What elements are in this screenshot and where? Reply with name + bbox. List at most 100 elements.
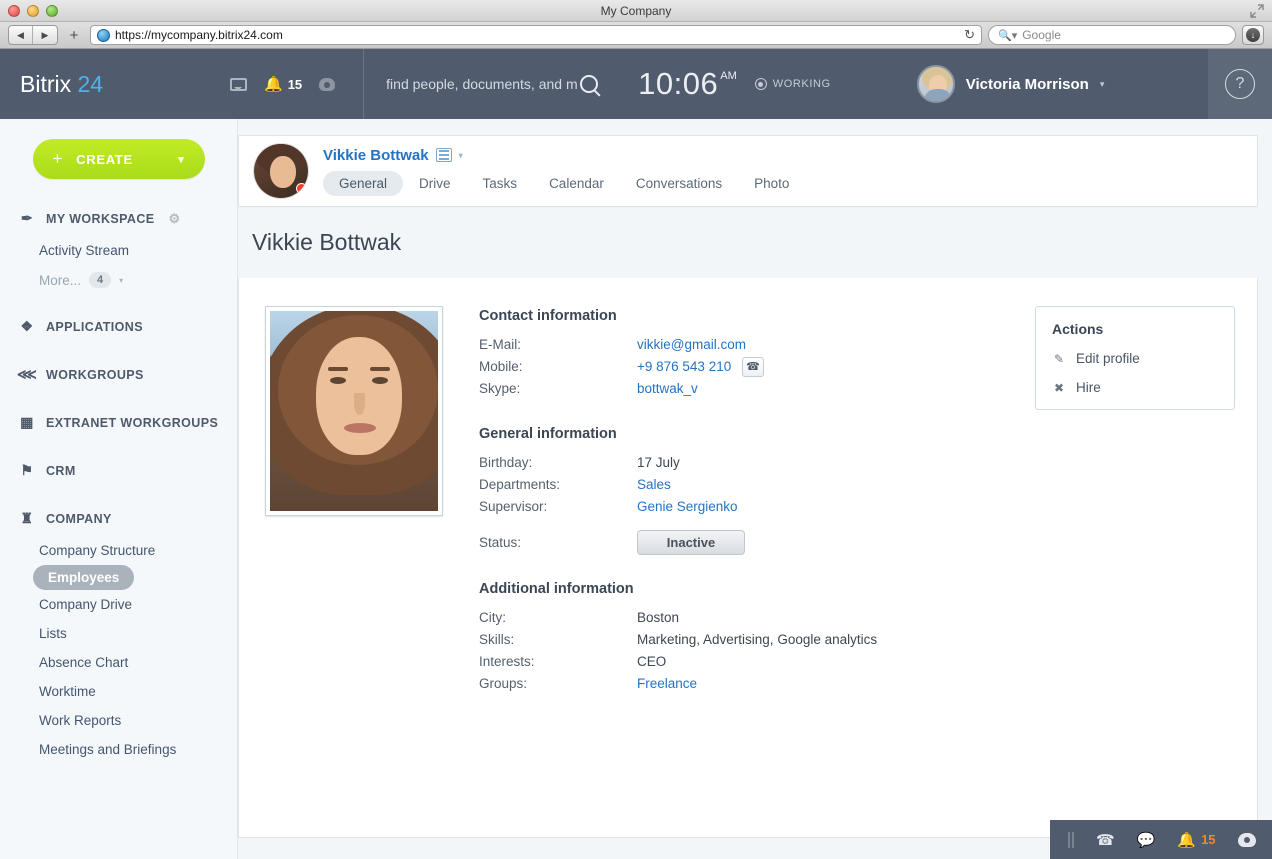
chat-icon[interactable]: 💬 (1137, 831, 1156, 849)
notifications-button[interactable]: 🔔 15 (264, 75, 302, 93)
email-link[interactable]: vikkie@gmail.com (637, 337, 746, 352)
help-button[interactable]: ? (1208, 49, 1272, 119)
profile-detail-card: Contact information E-Mail: vikkie@gmail… (238, 278, 1258, 838)
close-icon: ✖ (1053, 380, 1065, 395)
clock: 10:06 AM (638, 66, 737, 102)
cloud-icon[interactable] (1237, 832, 1256, 847)
field-skills: Skills: Marketing, Advertising, Google a… (479, 629, 1239, 651)
sidebar-item-more[interactable]: More... 4 ▾ (0, 265, 237, 295)
phone-icon[interactable]: ☎ (741, 357, 764, 378)
tab-photo[interactable]: Photo (738, 171, 805, 196)
field-label: Skype: (479, 381, 521, 396)
navigation-buttons[interactable]: ◀ ▶ (8, 25, 58, 45)
create-button[interactable]: + CREATE ▾ (32, 139, 205, 179)
chat-icon[interactable] (230, 77, 247, 91)
cloud-icon[interactable] (319, 77, 336, 91)
browser-toolbar: ◀ ▶ + https://mycompany.bitrix24.com ↻ 🔍… (0, 22, 1272, 49)
tab-tasks[interactable]: Tasks (467, 171, 534, 196)
mobile-link[interactable]: +9 876 543 210 (637, 359, 731, 374)
sidebar-item-applications[interactable]: ❖ APPLICATIONS (0, 309, 237, 344)
groups-link[interactable]: Freelance (637, 676, 697, 691)
tab-drive[interactable]: Drive (403, 171, 467, 196)
applications-icon: ❖ (20, 318, 34, 334)
field-status: Status: Inactive (479, 530, 1239, 555)
field-birthday: Birthday: 17 July (479, 452, 1239, 474)
browser-search-input[interactable]: 🔍▾ Google (988, 25, 1236, 45)
maximize-window-button[interactable] (46, 5, 58, 17)
sidebar-item-meetings-and-briefings[interactable]: Meetings and Briefings (0, 735, 237, 764)
minimize-window-button[interactable] (27, 5, 39, 17)
chevron-down-icon[interactable]: ▾ (459, 151, 463, 160)
forward-button[interactable]: ▶ (33, 26, 57, 44)
sidebar-item-activity-stream[interactable]: Activity Stream (0, 236, 237, 265)
tab-conversations[interactable]: Conversations (620, 171, 738, 196)
field-label: Skills: (479, 632, 515, 647)
work-status[interactable]: WORKING (754, 78, 831, 90)
field-interests: Interests: CEO (479, 651, 1239, 673)
list-icon[interactable] (435, 148, 452, 162)
skype-link[interactable]: bottwak_v (637, 381, 698, 396)
sidebar-item-work-reports[interactable]: Work Reports (0, 706, 237, 735)
edit-profile-button[interactable]: ✎ Edit profile (1052, 351, 1234, 366)
phone-icon[interactable]: ☎ (1096, 831, 1115, 849)
chevron-down-icon[interactable]: ▾ (178, 153, 184, 166)
sidebar-item-label: EXTRANET WORKGROUPS (46, 415, 219, 430)
chevron-down-icon: ▾ (1099, 78, 1105, 89)
sidebar-item-lists[interactable]: Lists (0, 619, 237, 648)
sidebar-item-company-drive[interactable]: Company Drive (0, 590, 237, 619)
clock-time: 10:06 (638, 66, 719, 101)
field-label: Supervisor: (479, 499, 548, 514)
profile-name-link[interactable]: Vikkie Bottwak ▾ (323, 147, 805, 164)
app-header: Bitrix 24 🔔 15 find people, documents, a… (0, 49, 1272, 119)
fullscreen-icon[interactable] (1250, 4, 1264, 18)
department-link[interactable]: Sales (637, 477, 671, 492)
main-content: Vikkie Bottwak ▾ General Drive Tasks Cal… (238, 119, 1272, 859)
url-text: https://mycompany.bitrix24.com (115, 28, 283, 42)
supervisor-link[interactable]: Genie Sergienko (637, 499, 738, 514)
sidebar-item-label: APPLICATIONS (46, 319, 143, 334)
address-bar[interactable]: https://mycompany.bitrix24.com ↻ (90, 25, 982, 45)
sidebar-item-crm[interactable]: ⚑ CRM (0, 453, 237, 488)
flag-icon: ⚑ (20, 462, 34, 478)
gear-icon[interactable]: ⚙ (169, 211, 181, 227)
reload-icon[interactable]: ↻ (964, 27, 975, 43)
global-search-input[interactable]: find people, documents, and m (364, 75, 612, 93)
tab-calendar[interactable]: Calendar (533, 171, 620, 196)
sidebar-item-worktime[interactable]: Worktime (0, 677, 237, 706)
sidebar-item-absence-chart[interactable]: Absence Chart (0, 648, 237, 677)
sidebar-item-company-structure[interactable]: Company Structure (0, 536, 237, 565)
window-controls[interactable] (8, 5, 58, 17)
search-icon[interactable] (580, 75, 599, 93)
app-logo[interactable]: Bitrix 24 (20, 71, 230, 98)
drag-handle[interactable] (1068, 831, 1070, 848)
field-label: Status: (479, 534, 522, 550)
header-icon-group: 🔔 15 (230, 75, 336, 93)
browser-window: My Company ◀ ▶ + https://mycompany.bitri… (0, 0, 1272, 859)
page-title: Vikkie Bottwak (252, 229, 402, 255)
sidebar-item-extranet-workgroups[interactable]: ▦ EXTRANET WORKGROUPS (0, 405, 237, 440)
action-label: Edit profile (1076, 351, 1140, 366)
user-menu[interactable]: Victoria Morrison ▾ (916, 65, 1105, 103)
field-label: Mobile: (479, 359, 523, 374)
status-badge[interactable]: Inactive (637, 530, 745, 555)
dock-notifications-button[interactable]: 🔔 15 (1177, 831, 1215, 849)
sidebar-item-label: MY WORKSPACE (46, 211, 155, 226)
logo-text: Bitrix (20, 70, 72, 97)
avatar[interactable] (253, 143, 309, 199)
notification-count: 15 (287, 76, 303, 92)
back-button[interactable]: ◀ (9, 26, 33, 44)
general-information-heading: General information (479, 426, 617, 442)
downloads-button[interactable]: ↓ (1242, 25, 1264, 45)
sidebar-item-workgroups[interactable]: ⋘ WORKGROUPS (0, 357, 237, 392)
work-status-label: WORKING (772, 78, 831, 90)
chevron-down-icon[interactable]: ▾ (119, 276, 123, 285)
close-window-button[interactable] (8, 5, 20, 17)
sidebar-item-company[interactable]: ♜ COMPANY (0, 501, 237, 536)
hire-button[interactable]: ✖ Hire (1052, 380, 1234, 395)
new-tab-button[interactable]: + (64, 25, 84, 45)
sidebar-item-my-workspace[interactable]: ✒ MY WORKSPACE ⚙ (0, 201, 237, 236)
bell-icon: 🔔 (264, 76, 283, 93)
tab-general[interactable]: General (323, 170, 404, 196)
sidebar-item-label: WORKGROUPS (46, 367, 144, 382)
sidebar-item-employees[interactable]: Employees (33, 565, 135, 590)
